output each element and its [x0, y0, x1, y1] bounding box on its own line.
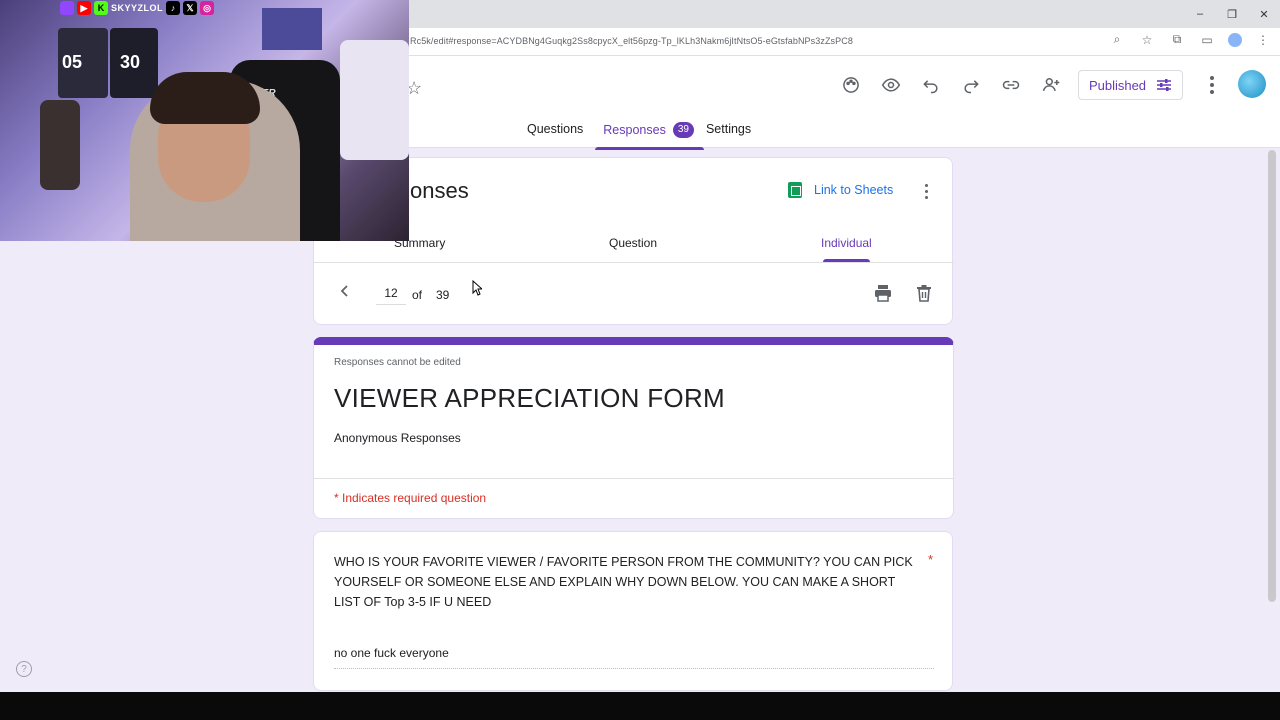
link-icon[interactable] [998, 72, 1024, 98]
youtube-icon: ▶ [77, 0, 91, 15]
tab-responses[interactable]: Responses 39 [595, 122, 704, 150]
divider [314, 478, 953, 479]
webcam-overlay: 05 30 RACER ▶ K SKYYZLOL ♪ 𝕏 ◎ [0, 0, 409, 241]
extension-avatar-icon[interactable] [1228, 32, 1242, 47]
scrollbar[interactable] [1268, 150, 1276, 602]
forms-tabs: Questions Responses 39 Settings [527, 122, 751, 150]
link-to-sheets-button[interactable]: Link to Sheets [788, 182, 893, 198]
webcam-microphone [40, 100, 80, 190]
print-icon[interactable] [874, 284, 892, 302]
x-icon: 𝕏 [183, 0, 198, 15]
help-icon[interactable]: ? [16, 661, 32, 677]
account-avatar[interactable] [1238, 70, 1266, 98]
link-to-sheets-label: Link to Sheets [814, 183, 894, 197]
jersey-number: 05 [62, 52, 83, 72]
published-button[interactable]: Published [1078, 70, 1183, 100]
publish-settings-icon [1157, 79, 1172, 91]
subtab-individual[interactable]: Individual [821, 236, 872, 262]
response-answer: no one fuck everyone [334, 646, 934, 669]
redo-icon[interactable] [958, 72, 984, 98]
required-asterisk: * [928, 552, 934, 567]
instagram-icon: ◎ [200, 0, 215, 15]
social-handles: ▶ K SKYYZLOL ♪ 𝕏 ◎ [60, 0, 215, 15]
zoom-icon[interactable]: ⌕ [1108, 32, 1126, 47]
streamer-handle: SKYYZLOL [111, 2, 164, 13]
response-number-input[interactable]: 12 [376, 286, 406, 305]
responses-count-badge: 39 [672, 122, 694, 138]
more-options-icon[interactable] [1202, 74, 1222, 96]
cast-icon[interactable]: ▭ [1198, 33, 1216, 47]
browser-menu-icon[interactable]: ⋮ [1254, 33, 1272, 47]
of-label: of [412, 288, 423, 302]
webcam-poster [262, 8, 322, 50]
extensions-icon[interactable]: ⧉ [1168, 32, 1186, 47]
bookmark-star-icon[interactable]: ☆ [1138, 33, 1156, 47]
tab-responses-label: Responses [603, 123, 666, 137]
preview-eye-icon[interactable] [878, 72, 904, 98]
mouse-cursor-icon [472, 280, 482, 296]
response-view-tabs: Summary Question Individual [314, 236, 954, 263]
tab-settings[interactable]: Settings [706, 122, 751, 150]
published-label: Published [1088, 77, 1147, 93]
bottom-letterbox [0, 692, 1280, 720]
minimize-icon[interactable]: – [1184, 0, 1216, 28]
url-bar-icons: ⌕ ☆ ⧉ ▭ ⋮ [1108, 32, 1272, 47]
restore-icon[interactable]: ❐ [1216, 0, 1248, 28]
form-description: Anonymous Responses [334, 431, 461, 445]
forms-toolbar [838, 72, 1064, 98]
form-title: VIEWER APPRECIATION FORM [334, 383, 725, 413]
response-navigation: 12 of 39 [314, 282, 954, 306]
tiktok-icon: ♪ [166, 0, 181, 15]
responses-card: onses Link to Sheets Summary Question In… [313, 157, 954, 325]
jersey-number: 30 [120, 52, 141, 72]
responses-more-icon[interactable] [922, 182, 930, 200]
subtab-question[interactable]: Question [609, 236, 657, 250]
add-collaborator-icon[interactable] [1038, 72, 1064, 98]
close-icon[interactable]: ✕ [1248, 0, 1280, 28]
undo-icon[interactable] [918, 72, 944, 98]
sheets-icon [788, 182, 802, 198]
not-editable-notice: Responses cannot be edited [334, 357, 461, 368]
webcam-streamer-hair [150, 72, 260, 124]
required-note: * Indicates required question [334, 491, 487, 505]
palette-icon[interactable] [838, 72, 864, 98]
window-controls: – ❐ ✕ [1184, 0, 1280, 28]
question-card: WHO IS YOUR FAVORITE VIEWER / FAVORITE P… [313, 531, 953, 691]
webcam-pillow [340, 40, 409, 160]
delete-icon[interactable] [915, 284, 933, 302]
question-text: WHO IS YOUR FAVORITE VIEWER / FAVORITE P… [334, 555, 913, 609]
kick-icon: K [94, 0, 108, 15]
url-text[interactable]: Rc5k/edit#response=ACYDBNg4Guqkg2Ss8cpyc… [410, 36, 853, 46]
twitch-icon [60, 0, 74, 15]
previous-response-icon[interactable] [338, 284, 352, 298]
tab-questions[interactable]: Questions [527, 122, 583, 150]
total-responses: 39 [436, 288, 450, 302]
form-title-card: Responses cannot be edited VIEWER APPREC… [313, 337, 954, 519]
responses-title: onses [410, 178, 469, 203]
